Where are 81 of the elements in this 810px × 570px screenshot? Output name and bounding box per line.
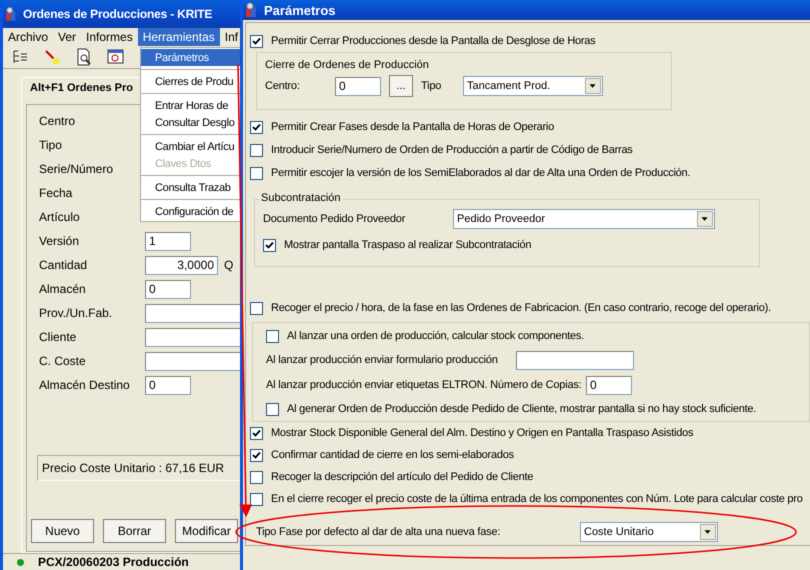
menu-entry[interactable]: Configuración de bbox=[141, 203, 241, 220]
menu-entry[interactable]: Cambiar el Artícu bbox=[141, 138, 241, 155]
option-label: Recoger la descripción del artículo del Pedido de Cliente bbox=[271, 470, 534, 484]
field-label: Tipo bbox=[421, 80, 442, 92]
checkbox[interactable] bbox=[250, 167, 263, 180]
menu-entry[interactable]: Parámetros bbox=[141, 49, 241, 66]
menu-item[interactable]: Ver bbox=[53, 28, 82, 46]
unit-cost-text: Precio Coste Unitario : 67,16 EUR bbox=[42, 461, 224, 475]
menu-entry[interactable]: Consulta Trazab bbox=[141, 179, 241, 196]
dropdown-field[interactable]: Coste Unitario bbox=[580, 522, 718, 542]
browse-button[interactable]: ... bbox=[389, 75, 413, 97]
checkbox[interactable] bbox=[250, 448, 263, 462]
field-label: Centro: bbox=[265, 80, 301, 92]
input-field[interactable]: 1 bbox=[145, 232, 191, 250]
menu-item[interactable]: Archivo bbox=[3, 28, 54, 46]
input-field[interactable]: 0 bbox=[145, 280, 191, 298]
field-label: Artículo bbox=[38, 210, 81, 224]
option-label: Mostrar Stock Disponible General del Alm. Destino y Origen en Pantalla Traspaso Asistidos bbox=[271, 426, 694, 440]
field-label: Cantidad bbox=[38, 258, 88, 272]
checkbox[interactable] bbox=[250, 121, 263, 134]
menu-entry[interactable]: Cierres de Produ bbox=[141, 73, 241, 90]
field-label: Centro bbox=[38, 114, 76, 128]
tree-icon[interactable] bbox=[11, 48, 29, 66]
option-label: Permitir Cerrar Producciones desde la Pantalla de Desglose de Horas bbox=[271, 34, 596, 48]
option-label: Al generar Orden de Producción desde Pedido de Cliente, mostrar pantalla si no hay stock suficiente. bbox=[287, 403, 756, 416]
option-label: Al lanzar una orden de producción, calcular stock componentes. bbox=[287, 330, 584, 343]
field-label: Fecha bbox=[38, 186, 74, 200]
field-label: Prov./Un.Fab. bbox=[38, 306, 114, 320]
checkbox[interactable] bbox=[250, 492, 263, 506]
field-label: Almacén bbox=[38, 282, 87, 296]
field-label: Versión bbox=[38, 234, 80, 248]
field-label: Serie/Número bbox=[38, 162, 114, 176]
menu-item[interactable]: Informes bbox=[81, 28, 138, 46]
group-title: Cierre de Ordenes de Producción bbox=[265, 59, 429, 71]
checkbox[interactable] bbox=[250, 426, 263, 440]
unit-label: Q bbox=[224, 258, 234, 272]
group-title: Subcontratación bbox=[259, 192, 342, 204]
option-label: En el cierre recoger el precio coste de la última entrada de los componentes con Núm. Lote para calcular coste pro bbox=[271, 492, 803, 506]
option-label: Permitir escojer la versión de los SemiElaborados al dar de Alta una Orden de Producción. bbox=[271, 167, 690, 180]
dropdown-field[interactable]: Pedido Proveedor bbox=[453, 209, 715, 229]
field-label: C. Coste bbox=[38, 354, 87, 368]
input-field[interactable]: 3,0000 bbox=[145, 256, 218, 274]
menu-entry[interactable]: Consultar Desglo bbox=[141, 114, 241, 131]
action-button[interactable]: Nuevo bbox=[31, 519, 94, 543]
input-field[interactable]: 0 bbox=[335, 76, 381, 96]
field-label: Cliente bbox=[38, 330, 78, 344]
action-button[interactable]: Borrar bbox=[103, 519, 166, 543]
input-field[interactable]: 0 bbox=[586, 376, 632, 394]
option-label: Confirmar cantidad de cierre en los semi-elaborados bbox=[271, 448, 514, 462]
option-label: Introducir Serie/Numero de Orden de Producción a partir de Código de Barras bbox=[271, 144, 633, 157]
checkbox[interactable] bbox=[250, 34, 263, 48]
field-label: Almacén Destino bbox=[38, 378, 131, 392]
window-title: Ordenes de Producciones - KRITE bbox=[23, 7, 212, 21]
dialog-title: Parámetros bbox=[264, 2, 336, 18]
option-label: Permitir Crear Fases desde la Pantalla de Horas de Operario bbox=[271, 121, 554, 134]
menu-item[interactable]: Herramientas bbox=[138, 28, 220, 46]
checkbox[interactable] bbox=[250, 470, 263, 484]
window-search-icon[interactable] bbox=[107, 48, 125, 66]
field-label: Documento Pedido Proveedor bbox=[263, 213, 406, 225]
field-label: Al lanzar producción enviar etiquetas ELTRON. Número de Copias: bbox=[266, 379, 583, 391]
input-field[interactable]: 0 bbox=[145, 376, 191, 394]
menu-item[interactable]: Inf bbox=[220, 28, 244, 46]
checkbox[interactable] bbox=[250, 144, 263, 157]
checkbox[interactable] bbox=[263, 238, 276, 252]
checkbox[interactable] bbox=[266, 403, 279, 416]
field-label: Tipo Fase por defecto al dar de alta una nueva fase: bbox=[256, 526, 502, 538]
wand-icon[interactable] bbox=[43, 48, 61, 66]
status-dot-icon bbox=[17, 558, 24, 566]
checkbox[interactable] bbox=[266, 330, 279, 343]
field-label: Al lanzar producción enviar formulario producción bbox=[266, 354, 499, 366]
input-field[interactable] bbox=[516, 350, 634, 370]
menu-entry[interactable]: Entrar Horas de bbox=[141, 97, 241, 114]
option-label: Mostrar pantalla Traspaso al realizar Subcontratación bbox=[284, 238, 532, 252]
dropdown-field[interactable]: Tancament Prod. bbox=[463, 76, 603, 96]
status-text: PCX/20060203 Producción bbox=[38, 555, 189, 569]
document-search-icon[interactable] bbox=[75, 48, 93, 66]
checkbox[interactable] bbox=[250, 302, 263, 315]
action-button[interactable]: Modificar bbox=[175, 519, 238, 543]
option-label: Recoger el precio / hora, de la fase en las Ordenes de Fabricacion. (En caso contrario, recoge del operario). bbox=[271, 302, 771, 315]
panel-tab[interactable]: Alt+F1 Ordenes Pro bbox=[22, 78, 142, 98]
field-label: Tipo bbox=[38, 138, 63, 152]
